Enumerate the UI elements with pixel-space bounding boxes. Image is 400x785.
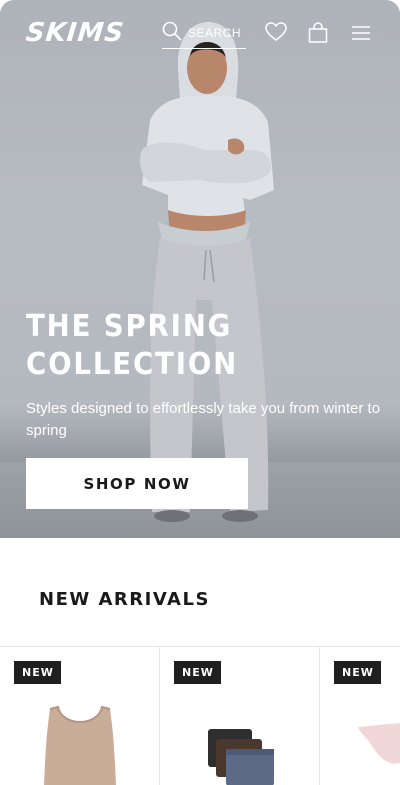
product-image-brief[interactable] xyxy=(356,723,400,773)
hero-title: THE SPRING COLLECTION xyxy=(26,309,239,382)
product-card[interactable]: NEW xyxy=(0,647,160,785)
search-label[interactable]: SEARCH xyxy=(188,26,241,40)
search-bar[interactable]: SEARCH xyxy=(162,20,246,49)
new-arrivals-heading: NEW ARRIVALS xyxy=(39,589,210,610)
product-card[interactable]: NEW xyxy=(160,647,320,785)
menu-icon[interactable] xyxy=(351,25,371,41)
new-badge: NEW xyxy=(334,661,381,684)
hero-banner[interactable]: SKIMS SEARCH THE SPRING COLLECTION Style… xyxy=(0,0,400,538)
bag-icon[interactable] xyxy=(308,22,328,43)
skims-logo[interactable]: SKIMS xyxy=(24,18,125,48)
page: SKIMS SEARCH THE SPRING COLLECTION Style… xyxy=(0,0,400,785)
new-badge: NEW xyxy=(14,661,61,684)
product-image-tank-top[interactable] xyxy=(40,705,120,785)
shop-now-button[interactable]: SHOP NOW xyxy=(26,458,248,509)
product-image-boxer-briefs[interactable] xyxy=(204,727,276,785)
new-badge: NEW xyxy=(174,661,221,684)
search-icon[interactable] xyxy=(162,21,182,41)
heart-icon[interactable] xyxy=(265,22,287,42)
product-carousel[interactable]: NEW NEW NEW xyxy=(0,646,400,785)
hero-subtitle: Styles designed to effortlessly take you… xyxy=(26,400,381,439)
product-card[interactable]: NEW xyxy=(320,647,400,785)
